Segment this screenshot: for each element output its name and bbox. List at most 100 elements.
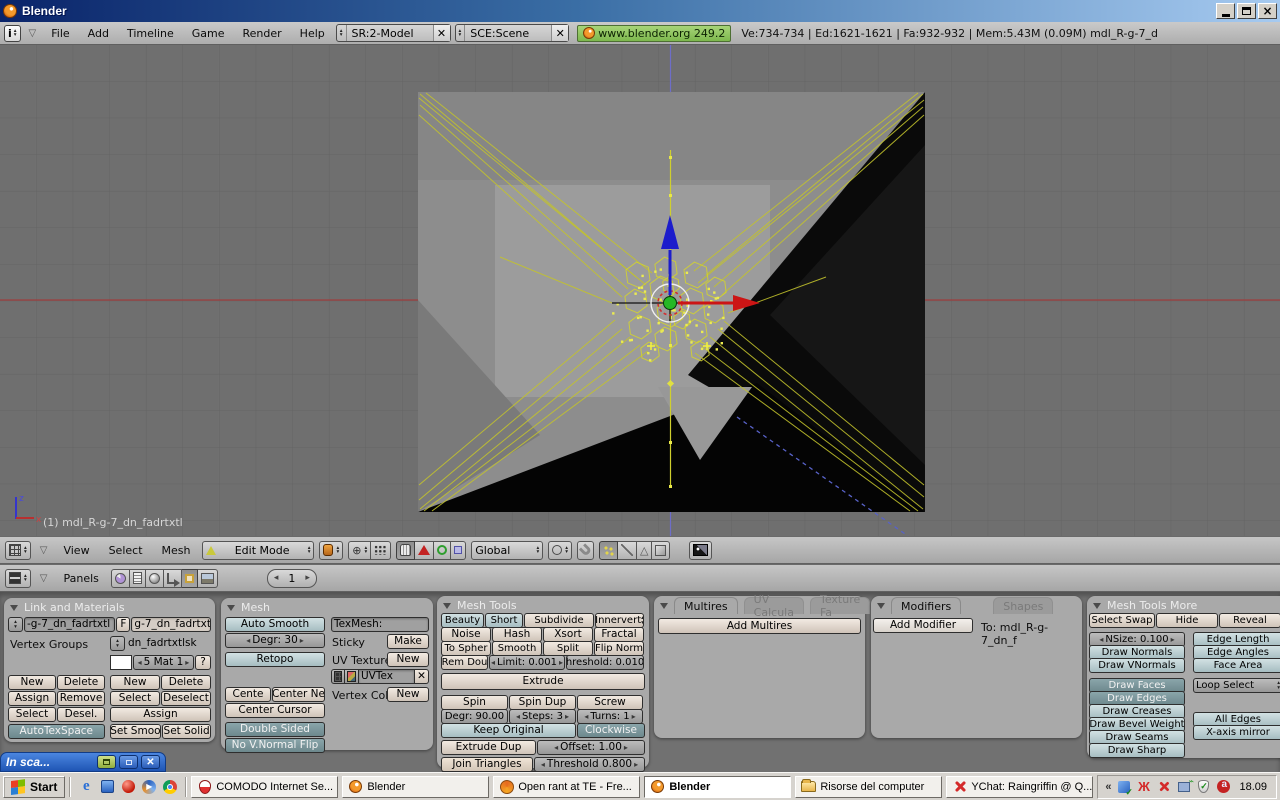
collapse-icon[interactable]: [443, 603, 451, 609]
beauty-toggle[interactable]: Beauty: [441, 613, 484, 628]
noise-button[interactable]: Noise: [441, 627, 491, 642]
turns-stepper[interactable]: ◂Turns: 1▸: [577, 709, 643, 724]
smooth-button[interactable]: Smooth: [492, 641, 542, 656]
collapse-icon[interactable]: [877, 603, 885, 609]
start-button[interactable]: Start: [3, 776, 65, 798]
uvtex-image-button[interactable]: [345, 669, 359, 684]
panel-header[interactable]: Link and Materials: [10, 601, 125, 614]
vgroup-deselect-button[interactable]: Desel.: [57, 707, 105, 722]
retopo-button[interactable]: Retopo: [225, 652, 325, 667]
manipulator-scale-button[interactable]: [451, 541, 466, 560]
tab-texture-face[interactable]: Texture Fa: [810, 597, 870, 614]
panel-header[interactable]: Mesh: [227, 601, 270, 614]
tab-shapes[interactable]: Shapes: [993, 597, 1053, 614]
uvtex-delete-button[interactable]: ✕: [415, 669, 429, 684]
threshold-stepper[interactable]: hreshold: 0.010: [566, 655, 644, 670]
shading-context-button[interactable]: [146, 569, 164, 588]
screen-name[interactable]: SR:2-Model: [347, 27, 433, 40]
vertex-color-new-button[interactable]: New: [387, 687, 429, 702]
red-app-icon[interactable]: [120, 779, 136, 795]
hash-button[interactable]: Hash: [492, 627, 542, 642]
extrude-button[interactable]: Extrude: [441, 673, 645, 690]
minimize-button[interactable]: [1216, 3, 1235, 19]
menu-view[interactable]: View: [56, 544, 96, 557]
viewport-canvas[interactable]: z x (1) mdl_R-g-7_dn_fadrtxtl: [0, 45, 1280, 536]
material-new-button[interactable]: New: [110, 675, 160, 690]
menu-select[interactable]: Select: [102, 544, 150, 557]
face-area-toggle[interactable]: Face Area: [1193, 658, 1280, 673]
scene-selector[interactable]: ▴▾ SCE:Scene ✕: [455, 24, 570, 42]
menu-timeline[interactable]: Timeline: [120, 27, 181, 40]
uvtex-pin-button[interactable]: [331, 669, 345, 684]
script-context-button[interactable]: [130, 569, 146, 588]
menu-add[interactable]: Add: [81, 27, 116, 40]
snap-button[interactable]: [577, 541, 594, 560]
window-type-button[interactable]: i▴▾: [4, 25, 21, 42]
tab-uv-calculation[interactable]: UV Calcula: [744, 597, 804, 614]
auto-smooth-toggle[interactable]: Auto Smooth: [225, 617, 325, 632]
to-sphere-button[interactable]: To Spher: [441, 641, 491, 656]
collapse-icon[interactable]: [660, 603, 668, 609]
mesh-browse-button[interactable]: ▴▾: [8, 617, 23, 632]
proportional-edit-selector[interactable]: ▴▾: [548, 541, 572, 560]
limit-stepper[interactable]: ◂Limit: 0.001▸: [489, 655, 565, 670]
hide-button[interactable]: Hide: [1156, 613, 1218, 628]
degr-90-stepper[interactable]: Degr: 90.00: [441, 709, 508, 724]
internet-explorer-icon[interactable]: e: [78, 779, 94, 795]
frame-next-icon[interactable]: ▸: [305, 573, 310, 583]
pivot-align-button[interactable]: [371, 541, 391, 560]
material-deselect-button[interactable]: Deselect: [161, 691, 211, 706]
restore-button[interactable]: [97, 755, 116, 769]
blue-app-icon[interactable]: [99, 779, 115, 795]
close-button[interactable]: ✕: [141, 755, 160, 769]
draw-type-selector[interactable]: ▴▾: [319, 541, 343, 560]
vgroup-delete-button[interactable]: Delete: [57, 675, 105, 690]
split-button[interactable]: Split: [543, 641, 593, 656]
header-menu-toggle-icon[interactable]: ▽: [40, 545, 48, 556]
subdivide-button[interactable]: Subdivide: [524, 613, 594, 628]
collapse-icon[interactable]: [227, 605, 235, 611]
tray-antenna-icon[interactable]: Ж: [1136, 779, 1151, 794]
scene-browse-button[interactable]: ▴▾: [456, 25, 466, 41]
mesh-datablock-field[interactable]: -g-7_dn_fadrtxtl: [24, 617, 116, 632]
centre-button[interactable]: Cente: [225, 687, 271, 702]
panel-header[interactable]: Mesh Tools: [443, 599, 517, 612]
mode-selector[interactable]: Edit Mode ▴▾: [202, 541, 314, 560]
editor-type-button[interactable]: ▴▾: [5, 569, 31, 588]
remove-doubles-button[interactable]: Rem Dou: [441, 655, 488, 670]
vgroup-assign-button[interactable]: Assign: [8, 691, 56, 706]
material-help-button[interactable]: ?: [195, 655, 211, 670]
fractal-button[interactable]: Fractal: [594, 627, 644, 642]
scene-name[interactable]: SCE:Scene: [465, 27, 551, 40]
menu-render[interactable]: Render: [236, 27, 289, 40]
fake-user-button[interactable]: F: [116, 617, 130, 632]
task-comodo[interactable]: COMODO Internet Se...: [191, 776, 338, 798]
set-solid-button[interactable]: Set Solid: [162, 724, 211, 739]
uvtex-name-field[interactable]: UVTex: [359, 669, 415, 684]
add-modifier-button[interactable]: Add Modifier: [873, 618, 973, 633]
tab-modifiers[interactable]: Modifiers: [891, 597, 961, 614]
loop-select-menu[interactable]: Loop Select▴▾: [1193, 678, 1280, 693]
viewport-3d[interactable]: z x (1) mdl_R-g-7_dn_fadrtxtl: [0, 45, 1280, 536]
material-assign-button[interactable]: Assign: [110, 707, 211, 722]
join-triangles-toggle[interactable]: Join Triangles: [441, 757, 533, 772]
tab-multires[interactable]: Multires: [674, 597, 738, 614]
select-mode-face-button[interactable]: △: [637, 541, 652, 560]
panels-label[interactable]: Panels: [56, 572, 105, 585]
screw-button[interactable]: Screw: [577, 695, 643, 710]
frame-prev-icon[interactable]: ◂: [274, 573, 279, 583]
minimize-button[interactable]: [119, 755, 138, 769]
task-my-computer[interactable]: Risorse del computer: [795, 776, 942, 798]
material-stepper[interactable]: ◂5 Mat 1▸: [133, 655, 194, 670]
chrome-icon[interactable]: [162, 779, 178, 795]
manipulator-toggle-button[interactable]: [396, 541, 415, 560]
object-context-button[interactable]: [164, 569, 182, 588]
autotexspace-toggle[interactable]: AutoTexSpace: [8, 724, 105, 739]
draw-sharp-toggle[interactable]: Draw Sharp: [1089, 743, 1185, 758]
tray-chevron-icon[interactable]: «: [1105, 781, 1111, 793]
reveal-button[interactable]: Reveal: [1219, 613, 1280, 628]
draw-vnormals-toggle[interactable]: Draw VNormals: [1089, 658, 1185, 673]
tray-shield-icon[interactable]: ✓: [1196, 779, 1211, 794]
no-vnormal-flip-toggle[interactable]: No V.Normal Flip: [225, 738, 325, 753]
logic-context-button[interactable]: [111, 569, 130, 588]
